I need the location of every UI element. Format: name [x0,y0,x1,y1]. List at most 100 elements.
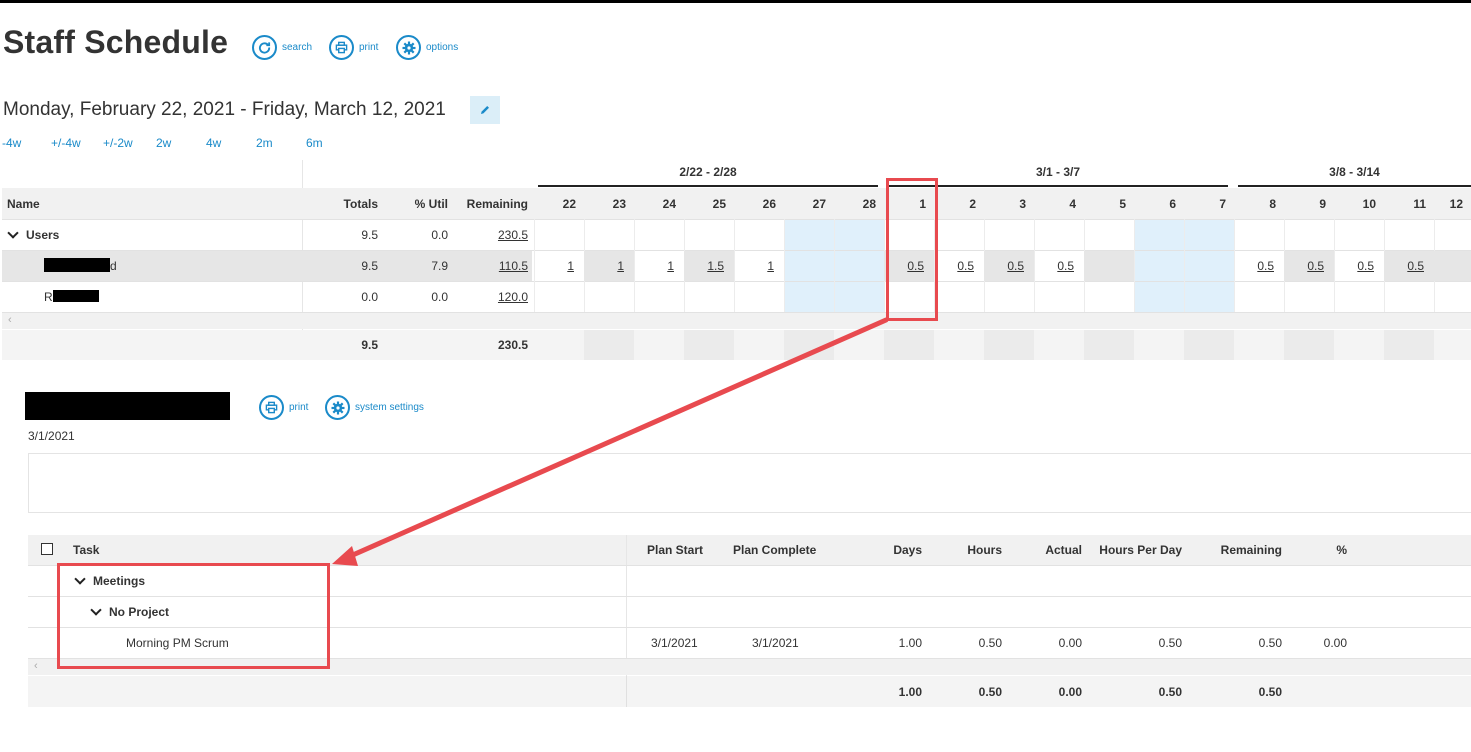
day-cell[interactable] [1184,250,1224,281]
day-cell[interactable]: 0.5 [934,250,974,281]
actual-header[interactable]: Actual [1022,535,1082,565]
days-header[interactable]: Days [862,535,922,565]
footer-hours: 0.50 [978,684,1002,699]
row-remaining-link[interactable]: 120.0 [450,281,528,312]
plan-complete-header[interactable]: Plan Complete [733,535,816,565]
search-label: search [282,42,313,53]
day-cell[interactable]: 0.5 [1384,250,1424,281]
detail-print-button[interactable]: print [259,395,308,420]
day-cell[interactable] [1284,281,1324,312]
nav-link[interactable]: -4w [2,136,21,150]
day-header[interactable]: 25 [684,188,726,219]
day-cell[interactable] [1134,250,1174,281]
task-hours-per-day: 0.50 [1158,635,1182,650]
day-cell[interactable] [534,281,574,312]
remaining-header[interactable]: Remaining [450,188,528,219]
search-button[interactable]: search [252,35,312,60]
day-cell[interactable] [1384,281,1424,312]
page-title: Staff Schedule [3,24,229,60]
day-header[interactable]: 22 [534,188,576,219]
nav-link[interactable]: +/-4w [51,136,81,150]
day-header[interactable]: 5 [1084,188,1126,219]
day-cell[interactable]: 0.5 [1034,250,1074,281]
day-cell[interactable] [584,281,624,312]
group-remaining-link[interactable]: 230.5 [450,219,528,250]
day-cell[interactable]: 0.5 [1234,250,1274,281]
notes-area[interactable] [28,453,1471,513]
task-actual: 0.00 [1058,635,1082,650]
nav-link[interactable]: +/-2w [103,136,133,150]
day-header[interactable]: 11 [1384,188,1426,219]
refresh-icon [252,35,277,60]
task-header[interactable]: Task [73,535,99,565]
day-cell[interactable]: 0.5 [1334,250,1374,281]
day-cell[interactable] [1134,281,1174,312]
day-header[interactable]: 10 [1334,188,1376,219]
day-cell[interactable] [634,281,674,312]
day-cell[interactable] [1234,281,1274,312]
day-cell[interactable] [934,281,974,312]
select-all-checkbox[interactable] [41,543,53,555]
day-cell[interactable]: 1 [634,250,674,281]
day-header[interactable]: 2 [934,188,976,219]
day-cell[interactable]: 1 [534,250,574,281]
totals-header[interactable]: Totals [310,188,378,219]
chevron-down-icon[interactable] [7,226,19,239]
nav-link[interactable]: 4w [206,136,221,150]
day-cell[interactable] [1184,281,1224,312]
scroll-left-icon[interactable]: ‹ [34,660,38,672]
pct-header[interactable]: % [1297,535,1347,565]
hours-header[interactable]: Hours [942,535,1002,565]
day-cell[interactable] [784,281,824,312]
footer-actual: 0.00 [1058,684,1082,699]
day-cell[interactable] [1084,250,1124,281]
day-header[interactable]: 9 [1284,188,1326,219]
group-users[interactable]: Users [7,219,59,250]
edit-date-button[interactable] [470,96,500,124]
day-cell[interactable] [834,281,874,312]
day-header[interactable]: 26 [734,188,776,219]
scroll-left-icon[interactable]: ‹ [8,314,12,326]
day-header[interactable]: 3 [984,188,1026,219]
day-cell[interactable] [784,250,824,281]
day-cell[interactable]: 1 [584,250,624,281]
day-header[interactable]: 23 [584,188,626,219]
nav-link[interactable]: 2m [256,136,273,150]
horizontal-scrollbar[interactable]: ‹ [2,313,1471,329]
day-header[interactable]: 8 [1234,188,1276,219]
nav-link[interactable]: 2w [156,136,171,150]
nav-link[interactable]: 6m [306,136,323,150]
day-cell[interactable] [1434,250,1461,281]
day-cell[interactable]: 1.5 [684,250,724,281]
name-header[interactable]: Name [7,188,40,219]
day-cell[interactable] [734,281,774,312]
day-cell[interactable] [1334,281,1374,312]
day-header[interactable]: 27 [784,188,826,219]
task-pct: 0.00 [1323,635,1347,650]
plan-start-header[interactable]: Plan Start [647,535,703,565]
print-button[interactable]: print [329,35,378,60]
day-cell[interactable]: 0.5 [1284,250,1324,281]
system-settings-button[interactable]: system settings [325,395,424,420]
day-cell[interactable] [1084,281,1124,312]
user-name[interactable]: d [110,250,117,281]
util-header[interactable]: % Util [380,188,448,219]
day-header[interactable]: 28 [834,188,876,219]
options-button[interactable]: options [396,35,458,60]
user-name[interactable]: R [44,281,53,312]
row-remaining-link[interactable]: 110.5 [450,250,528,281]
day-header[interactable]: 7 [1184,188,1226,219]
day-cell[interactable] [984,281,1024,312]
remaining-header[interactable]: Remaining [1202,535,1282,565]
day-header[interactable]: 6 [1134,188,1176,219]
day-cell[interactable]: 1 [734,250,774,281]
day-cell[interactable] [684,281,724,312]
hours-per-day-header[interactable]: Hours Per Day [1090,535,1182,565]
day-cell[interactable] [1034,281,1074,312]
day-cell[interactable]: 0.5 [984,250,1024,281]
day-header[interactable]: 24 [634,188,676,219]
day-cell[interactable] [834,250,874,281]
day-header[interactable]: 4 [1034,188,1076,219]
day-cell[interactable] [1434,281,1461,312]
day-header[interactable]: 12 [1434,188,1463,219]
